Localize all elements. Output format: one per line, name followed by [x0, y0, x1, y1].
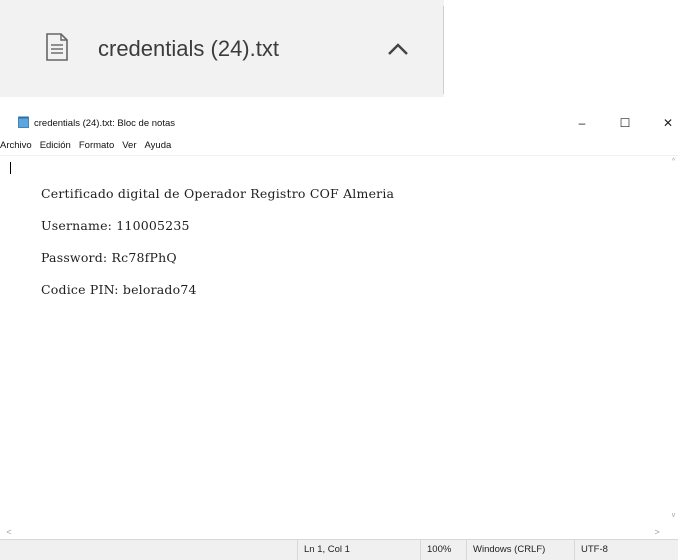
- menu-bar: Archivo Edición Formato Ver Ayuda: [0, 138, 678, 154]
- document-line: Certificado digital de Operador Registro…: [41, 186, 395, 201]
- status-encoding: UTF-8: [574, 540, 671, 560]
- window-titlebar[interactable]: credentials (24).txt: Bloc de notas – ☐ …: [0, 112, 678, 134]
- status-cursor-position: Ln 1, Col 1: [297, 540, 414, 560]
- document-line: Codice PIN: belorado74: [41, 282, 197, 297]
- maximize-button[interactable]: ☐: [605, 112, 645, 134]
- menu-formato[interactable]: Formato: [75, 138, 118, 154]
- scroll-down-icon[interactable]: v: [669, 511, 678, 521]
- scroll-right-icon[interactable]: >: [652, 526, 662, 538]
- status-bar: Ln 1, Col 1 100% Windows (CRLF) UTF-8: [0, 539, 678, 560]
- document-line: Password: Rc78fPhQ: [41, 250, 177, 265]
- notepad-icon: [18, 116, 29, 128]
- close-button[interactable]: ✕: [648, 112, 678, 134]
- document-icon: [46, 33, 68, 61]
- status-line-ending: Windows (CRLF): [466, 540, 571, 560]
- window-title: credentials (24).txt: Bloc de notas: [34, 118, 175, 129]
- text-editor[interactable]: [0, 155, 678, 527]
- menu-archivo[interactable]: Archivo: [0, 138, 36, 154]
- minimize-button[interactable]: –: [562, 112, 602, 134]
- document-line: Username: 110005235: [41, 218, 190, 233]
- menu-ver[interactable]: Ver: [118, 138, 140, 154]
- status-zoom: 100%: [420, 540, 463, 560]
- horizontal-scrollbar[interactable]: < >: [0, 526, 678, 538]
- download-divider: [443, 6, 444, 94]
- chevron-up-icon[interactable]: [385, 40, 411, 58]
- scroll-up-icon[interactable]: ^: [669, 157, 678, 167]
- text-caret: [10, 162, 11, 174]
- vertical-scrollbar[interactable]: ^ v: [669, 155, 678, 526]
- menu-ayuda[interactable]: Ayuda: [141, 138, 176, 154]
- download-item[interactable]: credentials (24).txt: [0, 0, 444, 97]
- menu-edicion[interactable]: Edición: [36, 138, 75, 154]
- download-file-name: credentials (24).txt: [98, 36, 279, 61]
- scroll-left-icon[interactable]: <: [4, 526, 14, 538]
